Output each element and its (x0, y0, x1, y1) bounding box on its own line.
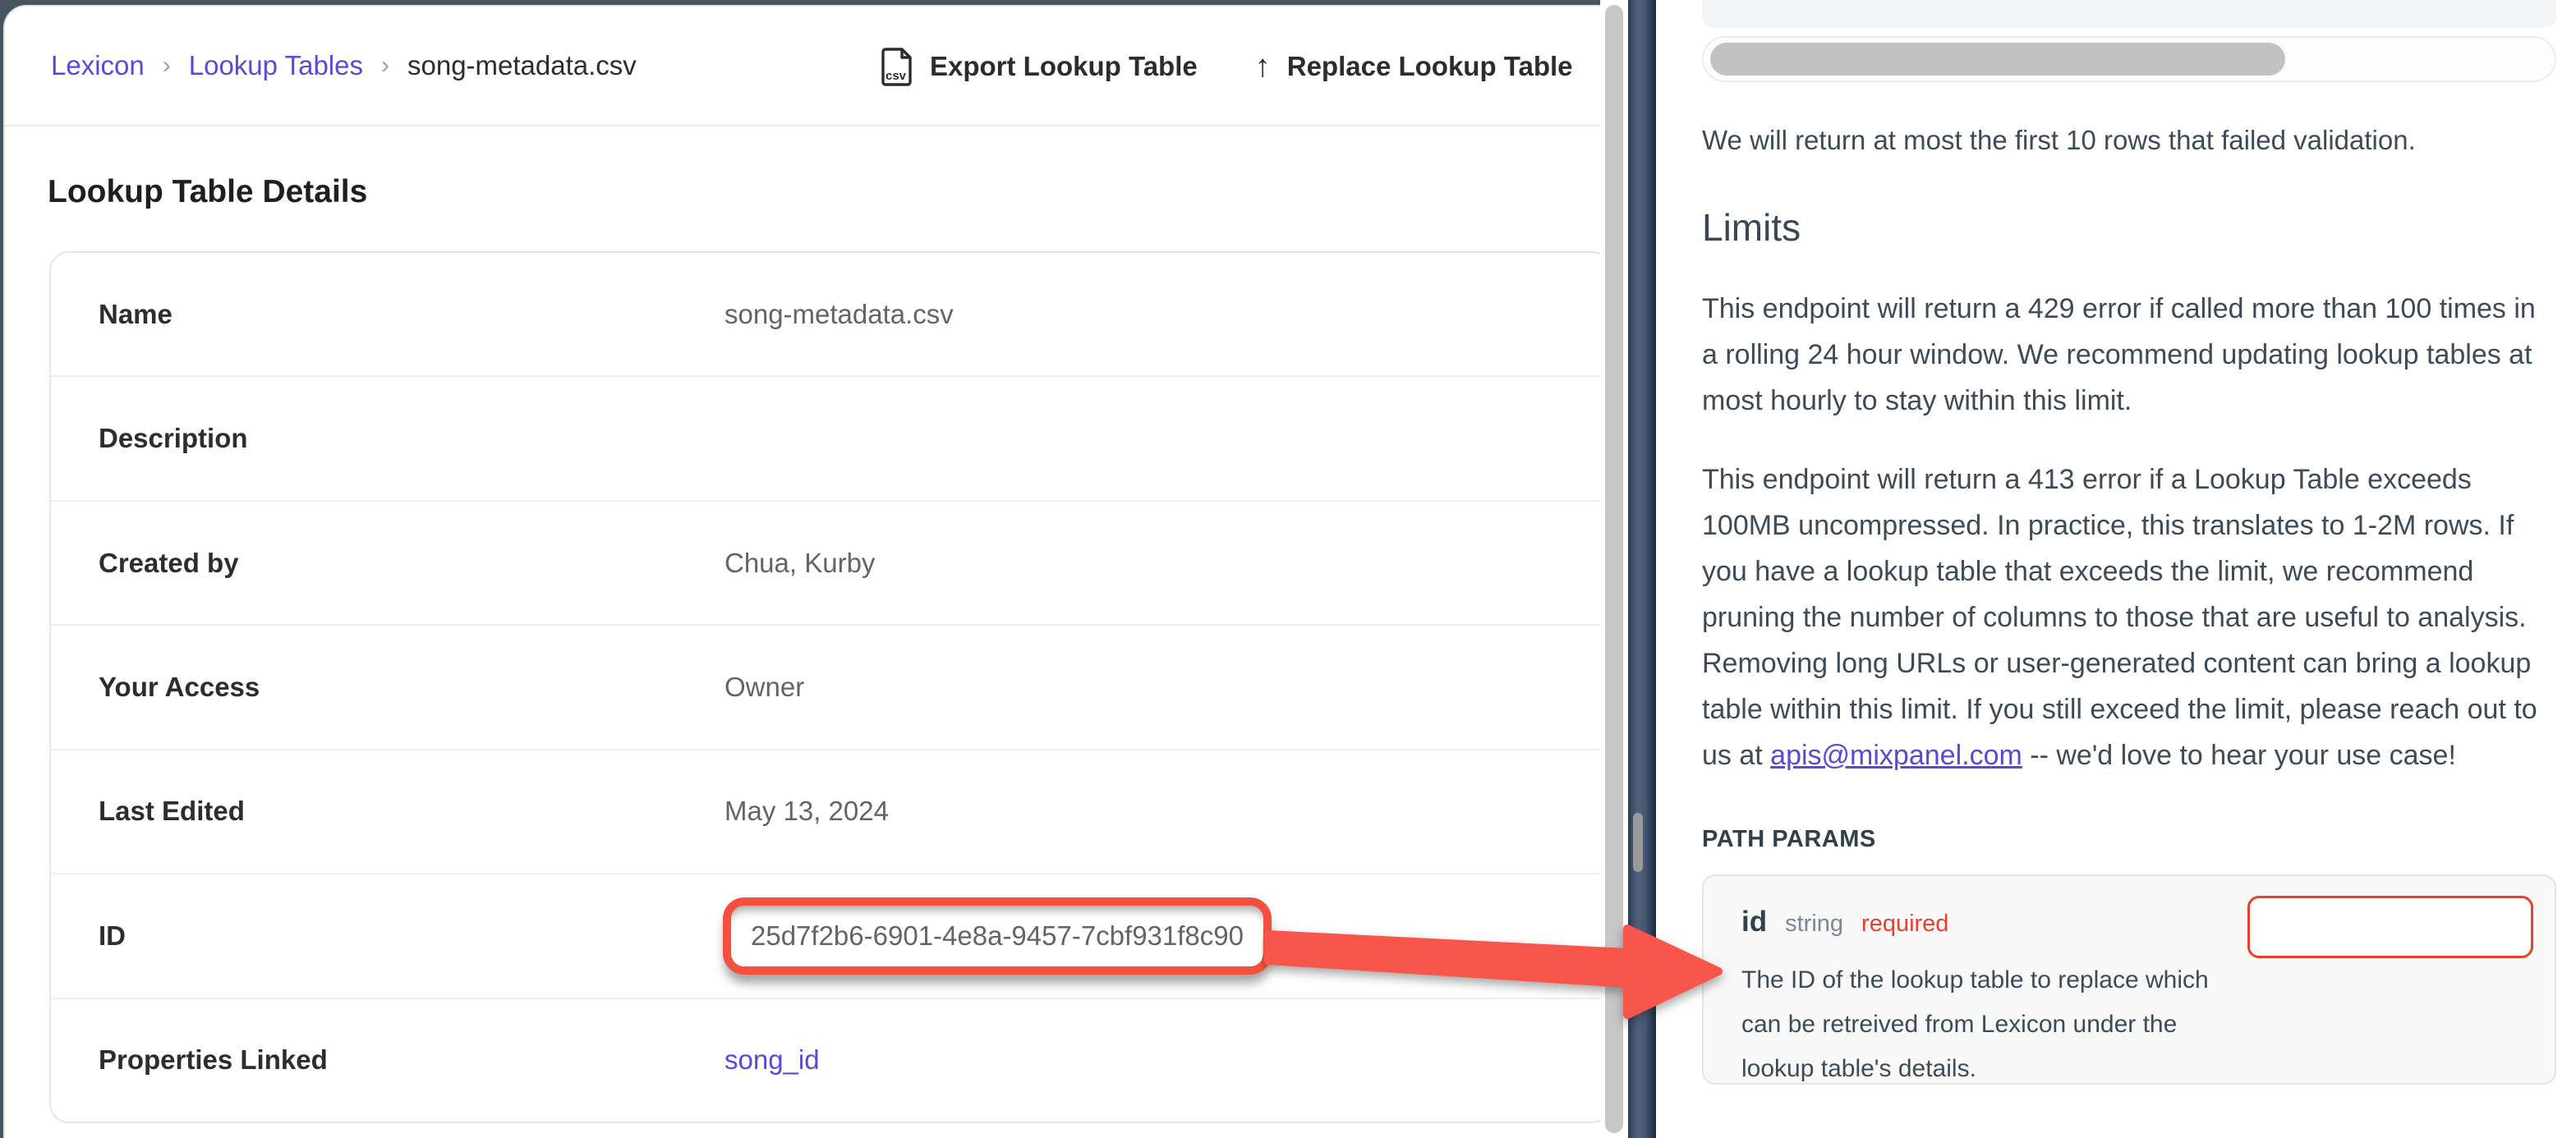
lookup-table-id-value: 25d7f2b6-6901-4e8a-9457-7cbf931f8c90 (751, 920, 1244, 952)
detail-label: Created by (99, 548, 724, 579)
limits-heading: Limits (1702, 205, 2537, 250)
breadcrumb-lookup-tables[interactable]: Lookup Tables (189, 50, 363, 81)
param-id-input[interactable] (2247, 896, 2533, 958)
detail-value: Chua, Kurby (724, 548, 875, 579)
docs-content: We will return at most the first 10 rows… (1656, 0, 2576, 1085)
export-lookup-table-button[interactable]: csv Export Lookup Table (881, 47, 1198, 86)
detail-label: ID (99, 920, 724, 952)
breadcrumb-current-file: song-metadata.csv (407, 50, 637, 81)
left-panel-scrollbar-thumb[interactable] (1605, 5, 1623, 1133)
breadcrumb-separator-icon: › (163, 52, 171, 80)
detail-label: Description (99, 423, 724, 454)
lookup-table-details-card: Name song-metadata.csv Description Creat… (49, 251, 1600, 1123)
detail-row-id: ID 25d7f2b6-6901-4e8a-9457-7cbf931f8c90 (51, 873, 1600, 997)
detail-value: song-metadata.csv (724, 299, 954, 330)
detail-row-your-access: Your Access Owner (51, 624, 1600, 748)
header-bar: Lexicon › Lookup Tables › song-metadata.… (5, 7, 1600, 126)
id-highlight-annotation: 25d7f2b6-6901-4e8a-9457-7cbf931f8c90 (723, 897, 1272, 975)
page-title: Lookup Table Details (48, 174, 367, 210)
lexicon-window: Lexicon › Lookup Tables › song-metadata.… (0, 0, 1656, 1138)
api-docs-panel: We will return at most the first 10 rows… (1656, 0, 2576, 1138)
param-type: string (1785, 911, 1843, 938)
detail-value: May 13, 2024 (724, 796, 889, 827)
param-name: id (1741, 906, 1767, 938)
upload-arrow-icon: ↑ (1255, 49, 1271, 85)
csv-file-icon: csv (881, 47, 913, 86)
limits-paragraph-2: This endpoint will return a 413 error if… (1702, 457, 2556, 778)
param-required-badge: required (1861, 911, 1948, 938)
detail-row-last-edited: Last Edited May 13, 2024 (51, 749, 1600, 873)
detail-row-properties-linked: Properties Linked song_id (51, 998, 1600, 1122)
limits-paragraph-1: This endpoint will return a 429 error if… (1702, 286, 2556, 424)
breadcrumb-lexicon[interactable]: Lexicon (51, 50, 145, 81)
linked-property-link[interactable]: song_id (724, 1044, 820, 1076)
detail-label: Name (99, 299, 724, 330)
left-panel-scrollbar[interactable] (1600, 0, 1628, 1138)
export-button-label: Export Lookup Table (930, 51, 1198, 82)
toolbar: csv Export Lookup Table ↑ Replace Lookup… (881, 7, 1573, 126)
detail-label: Last Edited (99, 796, 724, 827)
detail-label: Your Access (99, 672, 724, 703)
replace-button-label: Replace Lookup Table (1287, 51, 1573, 82)
detail-label: Properties Linked (99, 1044, 724, 1076)
detail-row-name: Name song-metadata.csv (51, 253, 1600, 375)
docs-intro-text: We will return at most the first 10 rows… (1702, 122, 2537, 159)
detail-row-description: Description (51, 375, 1600, 499)
param-description: The ID of the lookup table to replace wh… (1741, 958, 2242, 1091)
breadcrumb-separator-icon: › (381, 52, 389, 80)
replace-lookup-table-button[interactable]: ↑ Replace Lookup Table (1255, 49, 1573, 85)
code-block-bottom-edge (1702, 0, 2556, 28)
background-window-scrollbar-thumb[interactable] (1633, 813, 1643, 872)
csv-icon-label: csv (886, 69, 907, 83)
docs-horizontal-scrollbar[interactable] (1702, 36, 2556, 82)
window-divider (1628, 0, 1656, 1138)
lexicon-panel: Lexicon › Lookup Tables › song-metadata.… (5, 7, 1600, 1138)
docs-horizontal-scrollbar-thumb[interactable] (1710, 43, 2285, 76)
limits-paragraph-2-text: This endpoint will return a 413 error if… (1702, 464, 2537, 771)
support-email-link[interactable]: apis@mixpanel.com (1770, 740, 2022, 771)
breadcrumb: Lexicon › Lookup Tables › song-metadata.… (51, 50, 637, 81)
screen: Lexicon › Lookup Tables › song-metadata.… (0, 0, 2576, 1138)
path-param-card: id string required The ID of the lookup … (1702, 874, 2556, 1085)
path-params-label: PATH PARAMS (1702, 826, 2537, 853)
detail-value: Owner (724, 672, 804, 703)
detail-row-created-by: Created by Chua, Kurby (51, 500, 1600, 624)
limits-paragraph-2-tail: -- we'd love to hear your use case! (2022, 740, 2456, 771)
